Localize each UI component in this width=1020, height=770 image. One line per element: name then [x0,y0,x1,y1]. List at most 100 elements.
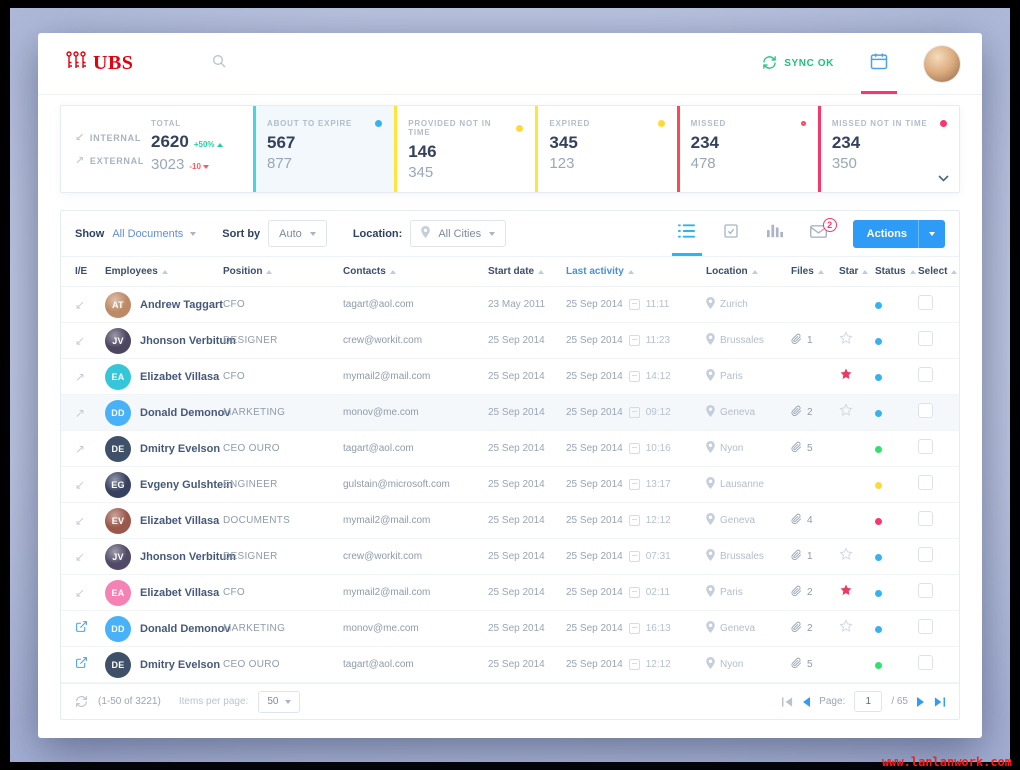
time-icon [628,335,640,346]
top-bar: UBS SYNC OK [38,33,982,95]
mail-button[interactable]: 2 [797,211,841,256]
start-date-cell: 25 Sep 2014 [488,587,545,598]
activity-time: 07:31 [645,551,671,562]
activity-time: 12:12 [645,659,671,670]
contact-cell: crew@workit.com [343,335,423,346]
star-outline-icon[interactable] [839,547,853,565]
select-cell [918,330,945,351]
previous-page-button[interactable] [802,696,811,707]
stat-card[interactable]: PROVIDED NOT IN TIME 146 345 [394,106,535,192]
paperclip-icon [791,657,802,672]
stats-expand-button[interactable] [938,169,949,187]
column-header[interactable]: Status [875,266,918,277]
table-row[interactable]: ↗ DD Donald Demonov MARKETING monov@me.com 25… [61,395,959,431]
per-page-label: Items per page: [178,696,249,707]
calendar-button[interactable] [858,33,900,94]
time-icon [628,659,640,670]
top-right-cluster: SYNC OK [762,33,960,94]
mail-badge: 2 [822,218,837,232]
row-checkbox[interactable] [918,438,933,454]
show-dropdown[interactable]: All Documents [112,228,197,240]
table-row[interactable]: ↙ AT Andrew Taggart CFO tagart@aol.com 23 May… [61,287,959,323]
status-cell [875,512,918,530]
direction-cell: ↙ [75,476,105,494]
actions-menu-toggle[interactable] [918,219,945,248]
time-icon [628,551,640,562]
status-dot [875,373,882,381]
column-header[interactable]: Employees [105,266,223,277]
chart-view-button[interactable] [753,211,797,256]
star-filled-icon[interactable] [839,584,853,601]
row-checkbox[interactable] [918,330,933,346]
star-filled-icon[interactable] [839,368,853,385]
position-cell: CFO [223,299,246,310]
pin-icon [706,657,715,672]
row-checkbox[interactable] [918,546,933,562]
row-checkbox[interactable] [918,402,933,418]
employee-cell: EA Elizabet Villasa [105,579,223,606]
row-checkbox[interactable] [918,582,933,598]
status-dot [875,481,882,489]
page-number-input[interactable] [854,691,883,712]
table-row[interactable]: ↙ EG Evgeny Gulshtein ENGINEER gulstain@micr… [61,467,959,503]
stat-card[interactable]: ABOUT TO EXPIRE 567 877 [253,106,395,192]
column-header[interactable]: Files [791,266,839,277]
user-avatar[interactable] [924,45,960,82]
stat-indicator-icon [516,124,524,132]
column-header[interactable]: Start date [488,266,566,277]
star-outline-icon[interactable] [839,619,853,637]
status-cell [875,548,918,566]
column-header[interactable]: Contacts [343,266,488,277]
next-page-button[interactable] [917,696,925,707]
files-cell: 4 [791,513,839,528]
page-label: Page: [819,696,846,707]
location-dropdown[interactable]: All Cities [410,220,507,247]
sort-dropdown[interactable]: Auto [268,220,327,247]
actions-button[interactable]: Actions [852,219,945,248]
start-date-cell: 25 Sep 2014 [488,551,545,562]
refresh-button[interactable] [75,695,88,708]
contact-cell: monov@me.com [343,623,419,634]
column-header[interactable]: Location [706,266,791,277]
table-row[interactable]: DD Donald Demonov MARKETING monov@me.com 25 … [61,611,959,647]
search-button[interactable] [211,53,227,74]
employee-name: Jhonson Verbitum [140,550,236,563]
stat-card[interactable]: MISSED 234 478 [676,106,818,192]
column-header[interactable]: Last activity [566,266,706,277]
stat-card[interactable]: EXPIRED 345 123 [535,106,676,192]
items-per-page-select[interactable]: 50 [258,690,301,713]
table-row[interactable]: ↙ JV Jhonson Verbitum DESIGNER crew@workit.c… [61,323,959,359]
row-checkbox[interactable] [918,366,933,382]
table-row[interactable]: ↗ EA Elizabet Villasa CFO mymail2@mail.com 25… [61,359,959,395]
direction-cell [75,620,105,638]
last-page-button[interactable] [934,696,945,707]
internal-arrow-icon: ↙ [75,333,86,348]
table-row[interactable]: DE Dmitry Evelson CEO OURO tagart@aol.com 25… [61,647,959,683]
schedule-view-button[interactable] [709,211,753,256]
star-cell [839,367,875,386]
show-label: Show [75,227,105,240]
star-outline-icon[interactable] [839,403,853,421]
table-row[interactable]: ↙ JV Jhonson Verbitum DESIGNER crew@workit.c… [61,539,959,575]
row-checkbox[interactable] [918,294,933,310]
row-checkbox[interactable] [918,510,933,526]
list-view-button[interactable] [665,211,709,256]
direction-cell: ↙ [75,548,105,566]
star-outline-icon[interactable] [839,331,853,349]
table-row[interactable]: ↙ EA Elizabet Villasa CFO mymail2@mail.com 25… [61,575,959,611]
row-checkbox[interactable] [918,654,933,670]
location-cell: Paris [706,369,791,384]
column-header[interactable]: Select [918,266,958,277]
last-activity-cell: 25 Sep 2014 13:17 [566,479,671,490]
row-checkbox[interactable] [918,474,933,490]
column-header[interactable]: Position [223,266,343,277]
row-checkbox[interactable] [918,618,933,634]
sort-caret-icon [862,269,869,274]
first-page-button[interactable] [782,696,793,707]
column-header[interactable]: Star [839,266,875,277]
table-row[interactable]: ↗ DE Dmitry Evelson CEO OURO tagart@aol.com 2… [61,431,959,467]
table-row[interactable]: ↙ EV Elizabet Villasa DOCUMENTS mymail2@mail… [61,503,959,539]
sort-caret-icon [951,269,958,274]
status-cell [875,656,918,674]
sync-status[interactable]: SYNC OK [762,55,834,73]
